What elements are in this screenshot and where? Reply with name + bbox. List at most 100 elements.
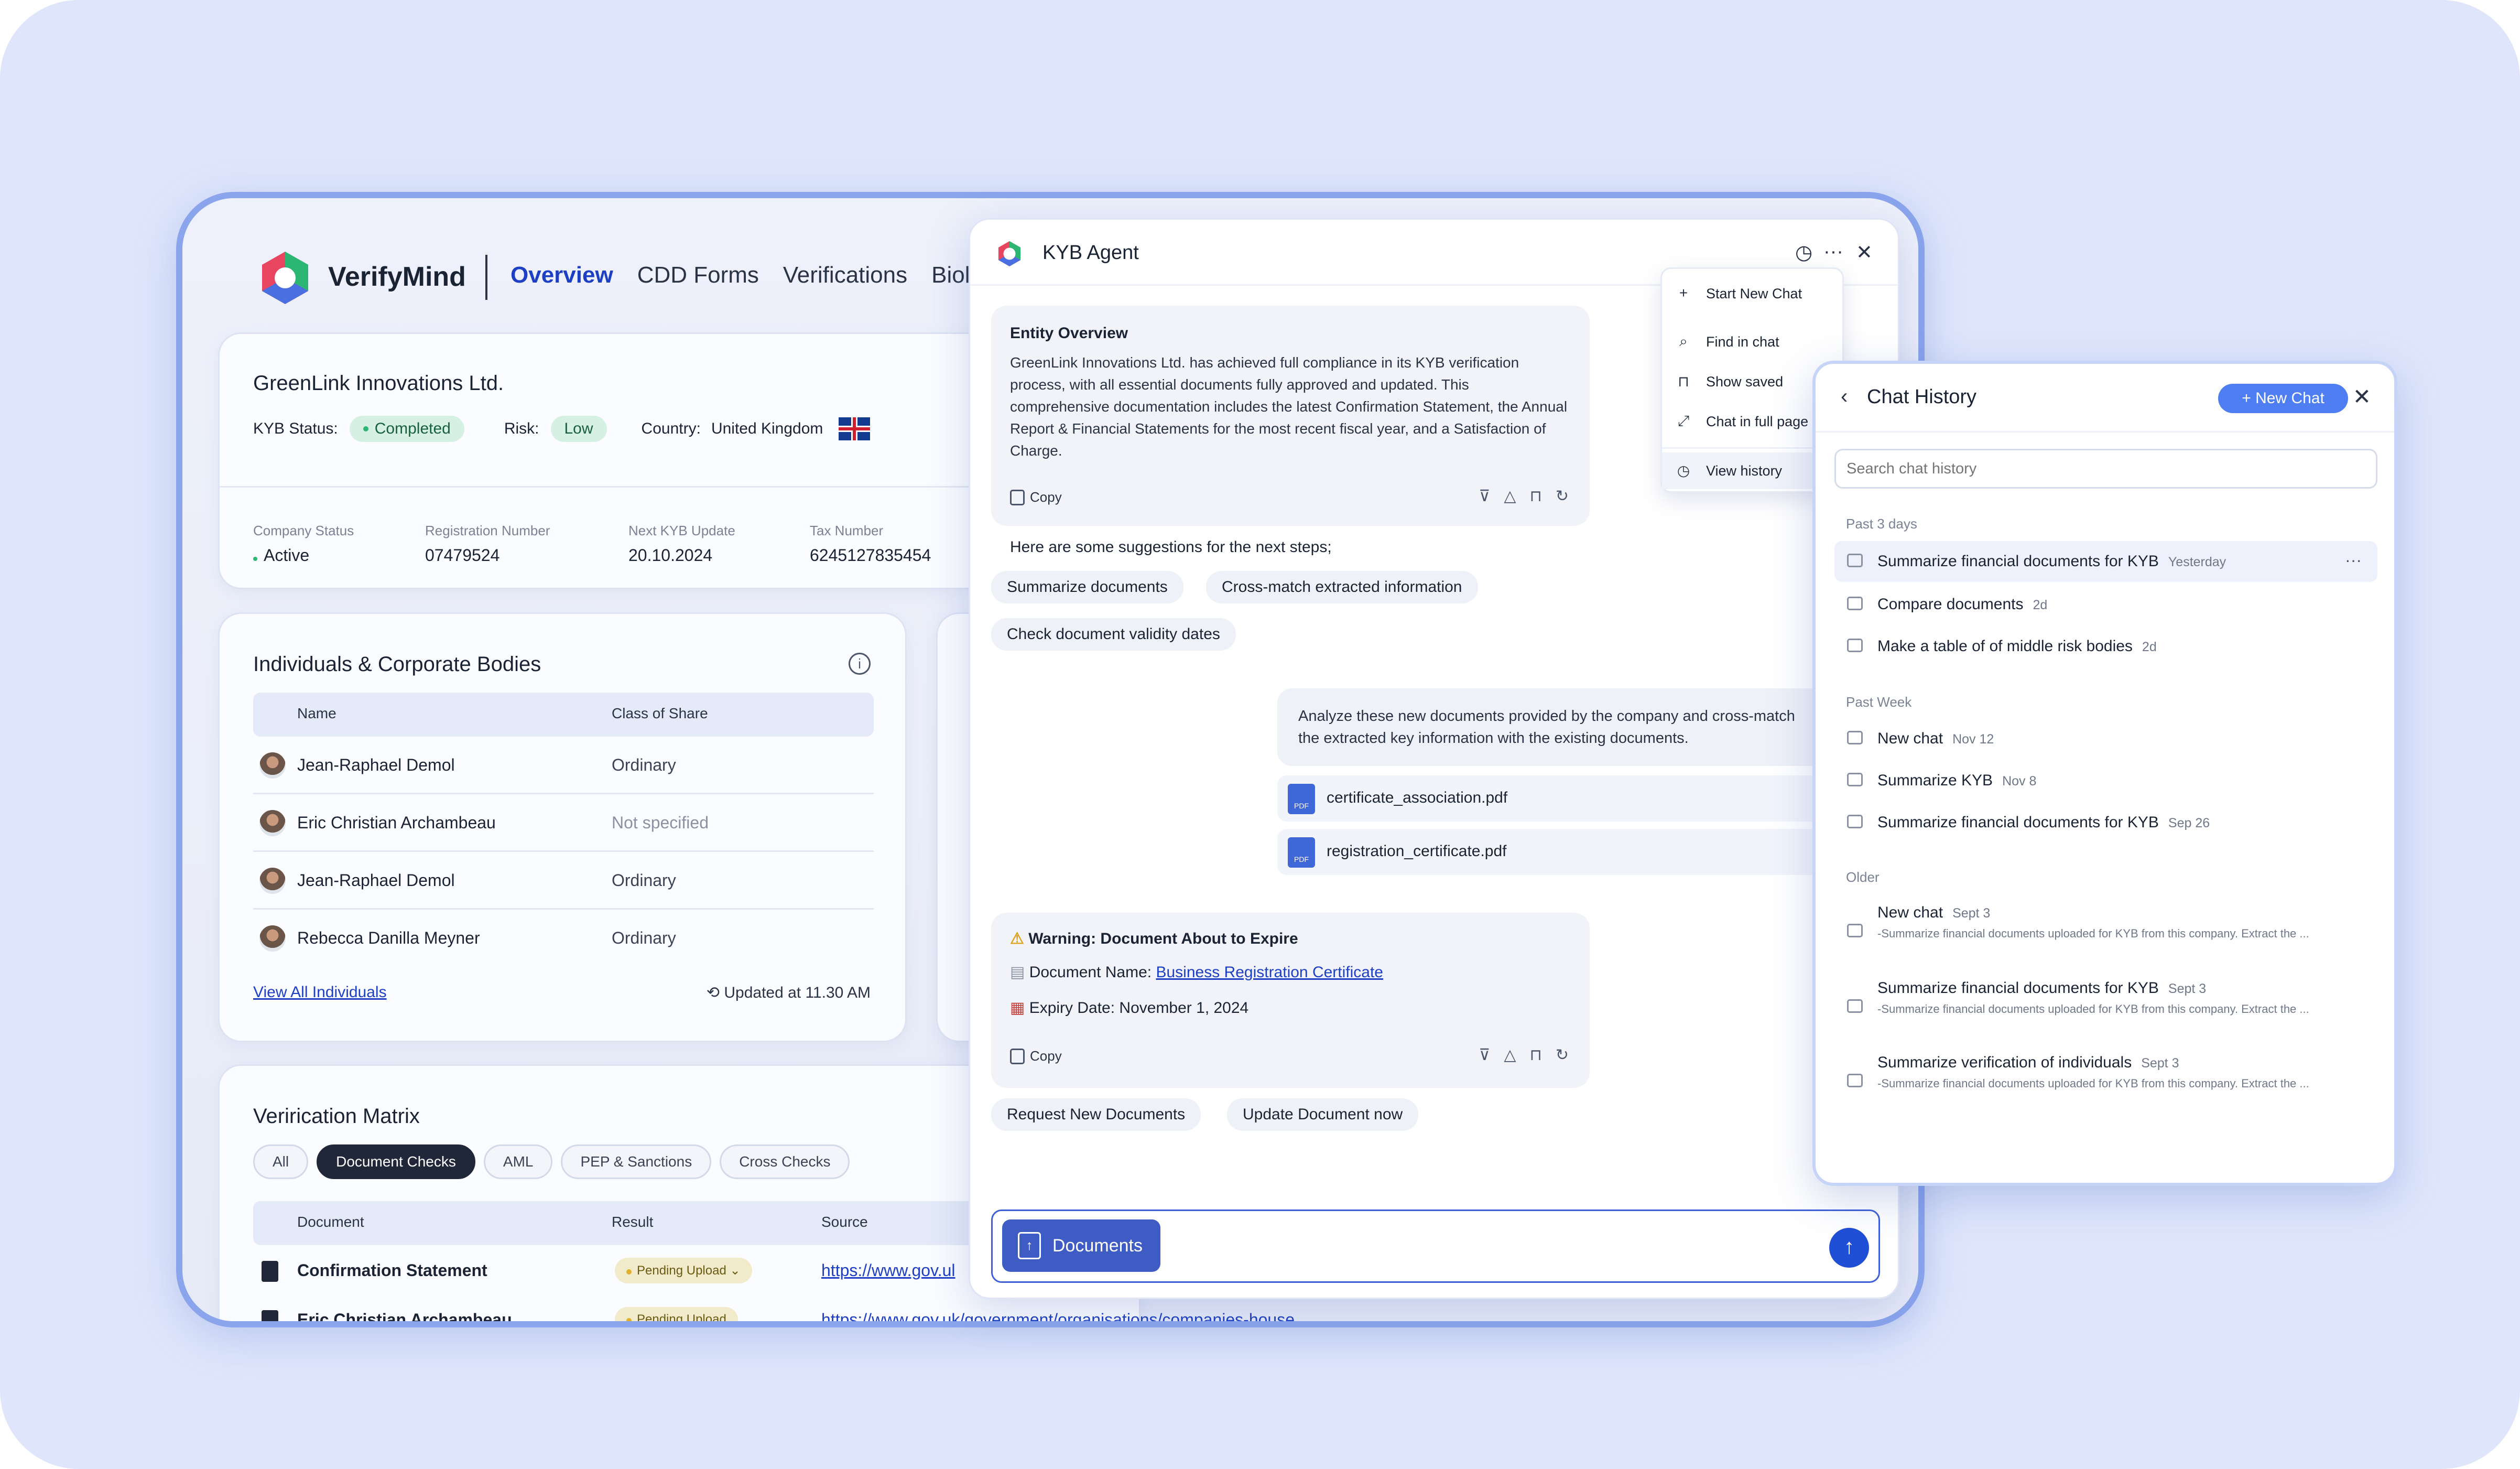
col-name: Name — [297, 705, 336, 721]
history-item-date: Sep 26 — [2168, 816, 2210, 830]
table-row[interactable]: Jean-Raphael Demol Ordinary — [253, 852, 874, 910]
copy-icon — [1010, 1048, 1025, 1064]
back-chevron-icon[interactable]: ‹ — [1841, 385, 1848, 408]
result-text: Pending Upload — [637, 1312, 726, 1326]
table-row[interactable]: Eric Christian Archambeau Pending Upload… — [253, 1307, 1295, 1327]
filter-cross-checks[interactable]: Cross Checks — [720, 1144, 850, 1179]
history-item[interactable]: Make a table of of middle risk bodies 2d — [1834, 626, 2377, 667]
attachment-file[interactable]: PDF registration_certificate.pdf — [1277, 829, 1885, 875]
search-icon: ⌕ — [1679, 333, 1688, 349]
bookmark-icon[interactable]: ⊓ — [1529, 487, 1541, 505]
history-item-title: Compare documents — [1877, 596, 2024, 613]
table-row[interactable]: Rebecca Danilla Meyner Ordinary — [253, 910, 874, 967]
risk-label: Risk: — [504, 420, 539, 437]
filter-aml[interactable]: AML — [483, 1144, 553, 1179]
warning-title: ⚠ Warning: Document About to Expire — [1010, 930, 1298, 948]
copy-button[interactable]: Copy — [1010, 1048, 1062, 1064]
more-options-icon[interactable]: ··· — [2345, 550, 2362, 570]
document-icon — [262, 1261, 278, 1282]
document-name: Eric Christian Archambeau — [297, 1310, 512, 1327]
attachment-file[interactable]: PDF certificate_association.pdf — [1277, 775, 1885, 822]
filter-pep-sanctions[interactable]: PEP & Sanctions — [561, 1144, 712, 1179]
source-link[interactable]: https://www.gov.uk/government/organisati… — [821, 1310, 1295, 1321]
menu-label: Show saved — [1706, 374, 1784, 390]
menu-label: Start New Chat — [1706, 286, 1802, 301]
history-item[interactable]: Summarize financial documents for KYB Sep… — [1834, 802, 2377, 843]
warning-icon: ⚠ — [1010, 930, 1029, 947]
regenerate-icon[interactable]: ↻ — [1556, 487, 1569, 505]
menu-label: Find in chat — [1706, 334, 1779, 350]
thumbs-down-icon[interactable]: ⊽ — [1479, 487, 1490, 505]
suggestion-summarize-documents[interactable]: Summarize documents — [991, 571, 1183, 603]
country-value: United Kingdom — [711, 420, 823, 437]
history-item-date: 2d — [2142, 640, 2157, 654]
filter-all[interactable]: All — [253, 1144, 309, 1179]
chat-composer[interactable]: ↑ Documents ↑ — [991, 1209, 1880, 1283]
more-options-icon[interactable]: ··· — [1823, 241, 1843, 263]
avatar — [259, 868, 286, 894]
nav-cdd-forms[interactable]: CDD Forms — [637, 262, 759, 288]
suggestion-cross-match[interactable]: Cross-match extracted information — [1206, 571, 1478, 603]
history-item-title: Summarize financial documents for KYB — [1877, 814, 2159, 831]
history-item-snippet: -Summarize financial documents uploaded … — [1877, 927, 2309, 940]
thumbs-down-icon[interactable]: ⊽ — [1479, 1046, 1490, 1064]
entity-overview-title: Entity Overview — [1010, 325, 1128, 342]
new-chat-button[interactable]: + New Chat — [2218, 384, 2348, 413]
clock-icon: ⟲ — [706, 984, 724, 1001]
tax-value: 6245127835454 — [810, 546, 931, 565]
pending-upload-badge[interactable]: Pending Upload — [615, 1307, 738, 1326]
warning-title-text: Warning: Document About to Expire — [1028, 930, 1298, 947]
chat-bubble-icon — [1847, 554, 1863, 567]
history-clock-icon[interactable]: ◷ — [1795, 241, 1812, 264]
regenerate-icon[interactable]: ↻ — [1556, 1046, 1569, 1064]
document-name-link[interactable]: Business Registration Certificate — [1156, 964, 1383, 981]
search-chat-history-input[interactable] — [1834, 449, 2377, 489]
filter-document-checks[interactable]: Document Checks — [317, 1144, 475, 1179]
expand-icon: ⤢ — [1677, 413, 1690, 429]
documents-button[interactable]: ↑ Documents — [1002, 1219, 1160, 1272]
menu-find-in-chat[interactable]: ⌕ Find in chat — [1662, 323, 1842, 360]
history-item[interactable]: Summarize verification of individuals Sep… — [1834, 1054, 2377, 1111]
uk-flag-icon — [839, 417, 871, 440]
class-of-share: Ordinary — [612, 755, 676, 774]
class-of-share: Ordinary — [612, 871, 676, 890]
individual-name: Rebecca Danilla Meyner — [297, 928, 480, 947]
matrix-title: Verirication Matrix — [253, 1105, 420, 1128]
close-icon[interactable]: ✕ — [2353, 384, 2371, 409]
history-item[interactable]: Summarize financial documents for KYB Yes… — [1834, 541, 2377, 582]
history-item[interactable]: Summarize KYB Nov 8 — [1834, 760, 2377, 801]
table-row[interactable]: Eric Christian Archambeau Not specified — [253, 794, 874, 852]
thumbs-up-icon[interactable]: △ — [1504, 487, 1516, 505]
nav-overview[interactable]: Overview — [510, 262, 613, 288]
history-item[interactable]: Compare documents 2d — [1834, 584, 2377, 625]
suggestion-check-validity[interactable]: Check document validity dates — [991, 618, 1236, 651]
pdf-icon: PDF — [1288, 837, 1315, 868]
table-row[interactable]: Jean-Raphael Demol Ordinary — [253, 737, 874, 794]
send-button[interactable]: ↑ — [1829, 1228, 1869, 1268]
request-new-documents-button[interactable]: Request New Documents — [991, 1098, 1201, 1131]
nav-verifications[interactable]: Verifications — [783, 262, 907, 288]
agent-logo-icon — [998, 241, 1021, 266]
bookmark-icon: ⊓ — [1678, 373, 1689, 390]
view-all-individuals-link[interactable]: View All Individuals — [253, 984, 387, 1001]
pending-dot — [626, 1269, 632, 1274]
close-icon[interactable]: ✕ — [1856, 241, 1873, 264]
copy-button[interactable]: Copy — [1010, 489, 1062, 505]
history-item-date: Sept 3 — [1952, 906, 1991, 921]
user-message: Analyze these new documents provided by … — [1277, 688, 1885, 766]
history-item-title: Summarize financial documents for KYB — [1877, 979, 2159, 997]
source-link[interactable]: https://www.gov.ul — [821, 1261, 955, 1280]
history-item[interactable]: Summarize financial documents for KYB Sep… — [1834, 979, 2377, 1037]
update-document-button[interactable]: Update Document now — [1227, 1098, 1419, 1131]
bookmark-icon[interactable]: ⊓ — [1529, 1046, 1541, 1064]
chat-bubble-icon — [1847, 815, 1863, 828]
documents-label: Documents — [1052, 1236, 1143, 1256]
history-item-title: New chat — [1877, 904, 1943, 921]
chat-bubble-icon — [1847, 639, 1863, 652]
info-icon[interactable]: i — [849, 653, 871, 675]
pending-upload-badge[interactable]: Pending Upload ⌄ — [615, 1258, 752, 1283]
history-item[interactable]: New chat Sept 3 -Summarize financial docum… — [1834, 904, 2377, 962]
menu-start-new-chat[interactable]: + Start New Chat — [1662, 275, 1842, 312]
thumbs-up-icon[interactable]: △ — [1504, 1046, 1516, 1064]
history-item[interactable]: New chat Nov 12 — [1834, 718, 2377, 759]
